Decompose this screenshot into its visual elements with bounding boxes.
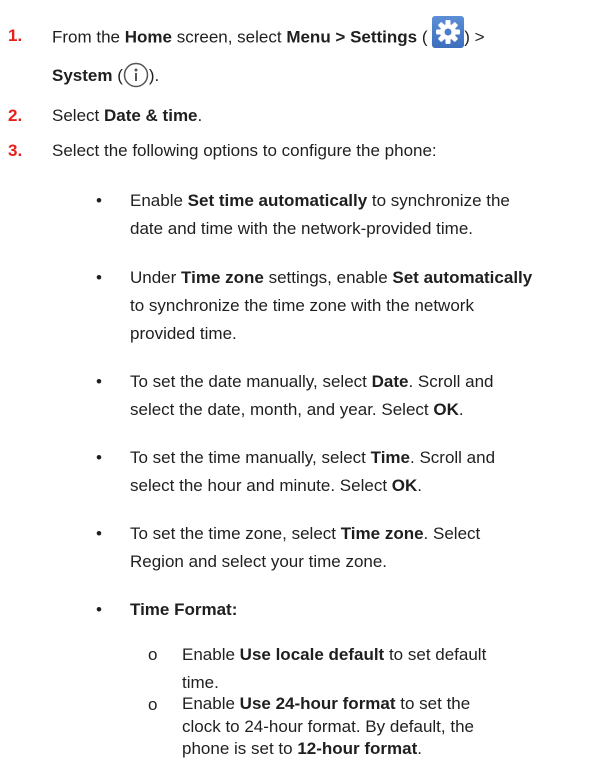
step-text: Select the following options to configur… [52, 141, 437, 160]
sub-bullet: o [148, 645, 158, 664]
step-number: 2. [8, 106, 23, 125]
bullet: • [96, 448, 102, 467]
bullet: • [96, 524, 102, 543]
bullet: • [96, 268, 102, 287]
step-number: 3. [8, 141, 23, 160]
step-text: Select Date & time. [52, 106, 203, 125]
step-text: From the Home screen, select Menu > Sett… [52, 16, 485, 54]
sub-bullet: o [148, 695, 158, 714]
step-number: 1. [8, 26, 23, 45]
document: 1. From the Home screen, select Menu > S… [0, 0, 606, 762]
bullet: • [96, 372, 102, 391]
bullet: • [96, 191, 102, 210]
info-icon [123, 62, 149, 88]
gear-icon [432, 16, 465, 48]
bullet: • [96, 600, 102, 619]
